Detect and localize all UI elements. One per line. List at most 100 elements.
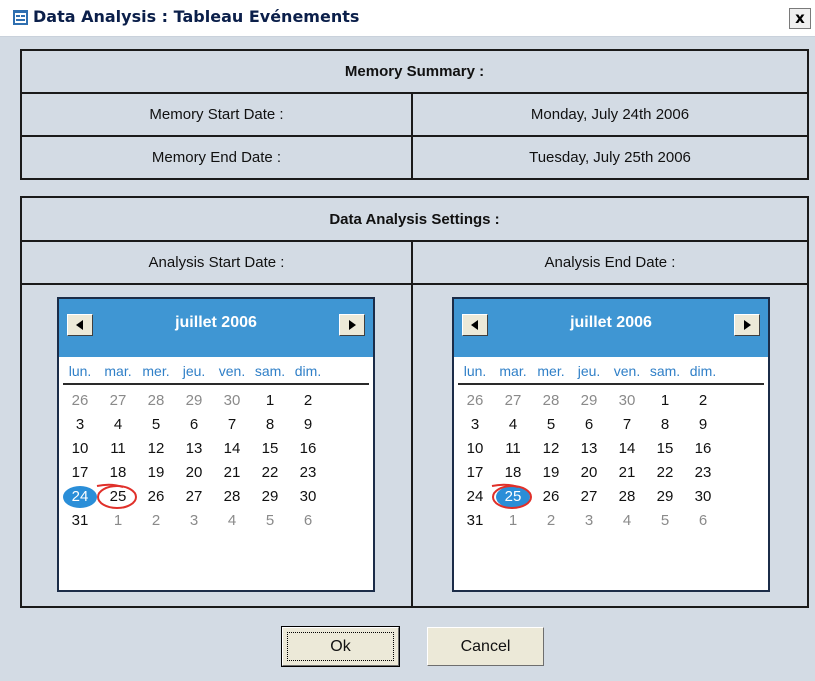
calendar-day[interactable]: 21 [213,462,251,484]
calendar-day[interactable]: 1 [99,510,137,532]
calendar-day[interactable]: 4 [99,414,137,436]
calendar-day[interactable]: 7 [608,414,646,436]
calendar-day[interactable]: 5 [137,414,175,436]
calendar-day[interactable]: 29 [175,390,213,412]
calendar-day[interactable]: 31 [456,510,494,532]
calendar-day[interactable]: 12 [532,438,570,460]
annotation-circle [96,483,137,509]
calendar-day[interactable]: 30 [213,390,251,412]
calendar-day[interactable]: 10 [456,438,494,460]
calendar-day[interactable]: 28 [608,486,646,508]
calendar-day[interactable]: 26 [137,486,175,508]
calendar-day[interactable]: 23 [684,462,722,484]
memory-end-value: Tuesday, July 25th 2006 [529,149,691,166]
calendar-day[interactable]: 4 [494,414,532,436]
calendar-day[interactable]: 6 [289,510,327,532]
memory-summary-panel: Memory Summary : Memory Start Date : Mon… [20,49,809,180]
calendar-day[interactable]: 1 [646,390,684,412]
calendar-day[interactable]: 28 [532,390,570,412]
calendar-day[interactable]: 27 [494,390,532,412]
calendar-day[interactable]: 16 [289,438,327,460]
calendar-day[interactable]: 29 [251,486,289,508]
calendar-day[interactable]: 16 [684,438,722,460]
calendar-day[interactable]: 19 [137,462,175,484]
calendar-day[interactable]: 6 [684,510,722,532]
calendar-day[interactable]: 2 [289,390,327,412]
calendar-day[interactable]: 30 [684,486,722,508]
calendar-day[interactable]: 3 [61,414,99,436]
calendar-month-label: juillet 2006 [175,314,257,331]
calendar-day[interactable]: 28 [137,390,175,412]
calendar-day[interactable]: 2 [532,510,570,532]
calendar-day[interactable]: 8 [251,414,289,436]
analysis-end-calendar[interactable]: juillet 2006 lun. mar. mer. jeu. ven. sam. dim.… [452,297,770,592]
calendar-day[interactable]: 9 [289,414,327,436]
memory-start-label: Memory Start Date : [149,106,284,123]
calendar-day[interactable]: 3 [570,510,608,532]
cancel-button-label: Cancel [460,637,511,655]
cancel-button[interactable]: Cancel [427,627,544,666]
calendar-day[interactable]: 3 [456,414,494,436]
calendar-day[interactable]: 27 [175,486,213,508]
calendar-day[interactable]: 2 [684,390,722,412]
calendar-day[interactable]: 9 [684,414,722,436]
weekday-label: sam. [649,363,681,379]
calendar-day[interactable]: 26 [456,390,494,412]
calendar-day[interactable]: 29 [646,486,684,508]
calendar-day[interactable]: 30 [608,390,646,412]
calendar-day[interactable]: 27 [570,486,608,508]
weekday-label: mar. [104,363,132,379]
weekday-label: lun. [68,363,92,379]
calendar-day[interactable]: 26 [61,390,99,412]
calendar-day[interactable]: 4 [213,510,251,532]
calendar-day[interactable]: 12 [137,438,175,460]
weekday-label: ven. [218,363,246,379]
calendar-day[interactable]: 19 [532,462,570,484]
calendar-day[interactable]: 21 [608,462,646,484]
calendar-day[interactable]: 20 [570,462,608,484]
calendar-day[interactable]: 6 [175,414,213,436]
calendar-day[interactable]: 29 [570,390,608,412]
calendar-day[interactable]: 8 [646,414,684,436]
calendar-day[interactable]: 10 [61,438,99,460]
calendar-day[interactable]: 27 [99,390,137,412]
calendar-day[interactable]: 14 [213,438,251,460]
calendar-day[interactable]: 31 [61,510,99,532]
weekday-label: ven. [613,363,641,379]
calendar-day[interactable]: 5 [251,510,289,532]
weekday-label: sam. [254,363,286,379]
calendar-day[interactable]: 13 [175,438,213,460]
calendar-day[interactable]: 22 [646,462,684,484]
calendar-day[interactable]: 2 [137,510,175,532]
analysis-end-label: Analysis End Date : [544,254,676,271]
calendar-day[interactable]: 23 [289,462,327,484]
close-button[interactable]: x [789,8,811,29]
calendar-day[interactable]: 6 [570,414,608,436]
calendar-day[interactable]: 1 [494,510,532,532]
weekday-label: jeu. [182,363,206,379]
calendar-day[interactable]: 28 [213,486,251,508]
title-bar[interactable]: Data Analysis : Tableau Evénements x [0,0,815,37]
calendar-day[interactable]: 15 [251,438,289,460]
calendar-day[interactable]: 7 [213,414,251,436]
calendar-day[interactable]: 22 [251,462,289,484]
calendar-day[interactable]: 11 [99,438,137,460]
calendar-day[interactable]: 20 [175,462,213,484]
weekday-label: mer. [537,363,565,379]
calendar-day[interactable]: 4 [608,510,646,532]
calendar-header: juillet 2006 [454,299,768,357]
calendar-day[interactable]: 13 [570,438,608,460]
calendar-day[interactable]: 5 [646,510,684,532]
analysis-start-calendar[interactable]: juillet 2006 lun. mar. mer. jeu. ven. sam. dim.… [57,297,375,592]
memory-end-label: Memory End Date : [151,149,282,166]
calendar-month-label: juillet 2006 [570,314,652,331]
calendar-day[interactable]: 1 [251,390,289,412]
ok-button[interactable]: Ok [281,626,400,667]
calendar-day[interactable]: 5 [532,414,570,436]
calendar-day[interactable]: 14 [608,438,646,460]
calendar-day[interactable]: 11 [494,438,532,460]
calendar-day[interactable]: 26 [532,486,570,508]
calendar-day[interactable]: 15 [646,438,684,460]
calendar-day[interactable]: 3 [175,510,213,532]
calendar-day[interactable]: 30 [289,486,327,508]
